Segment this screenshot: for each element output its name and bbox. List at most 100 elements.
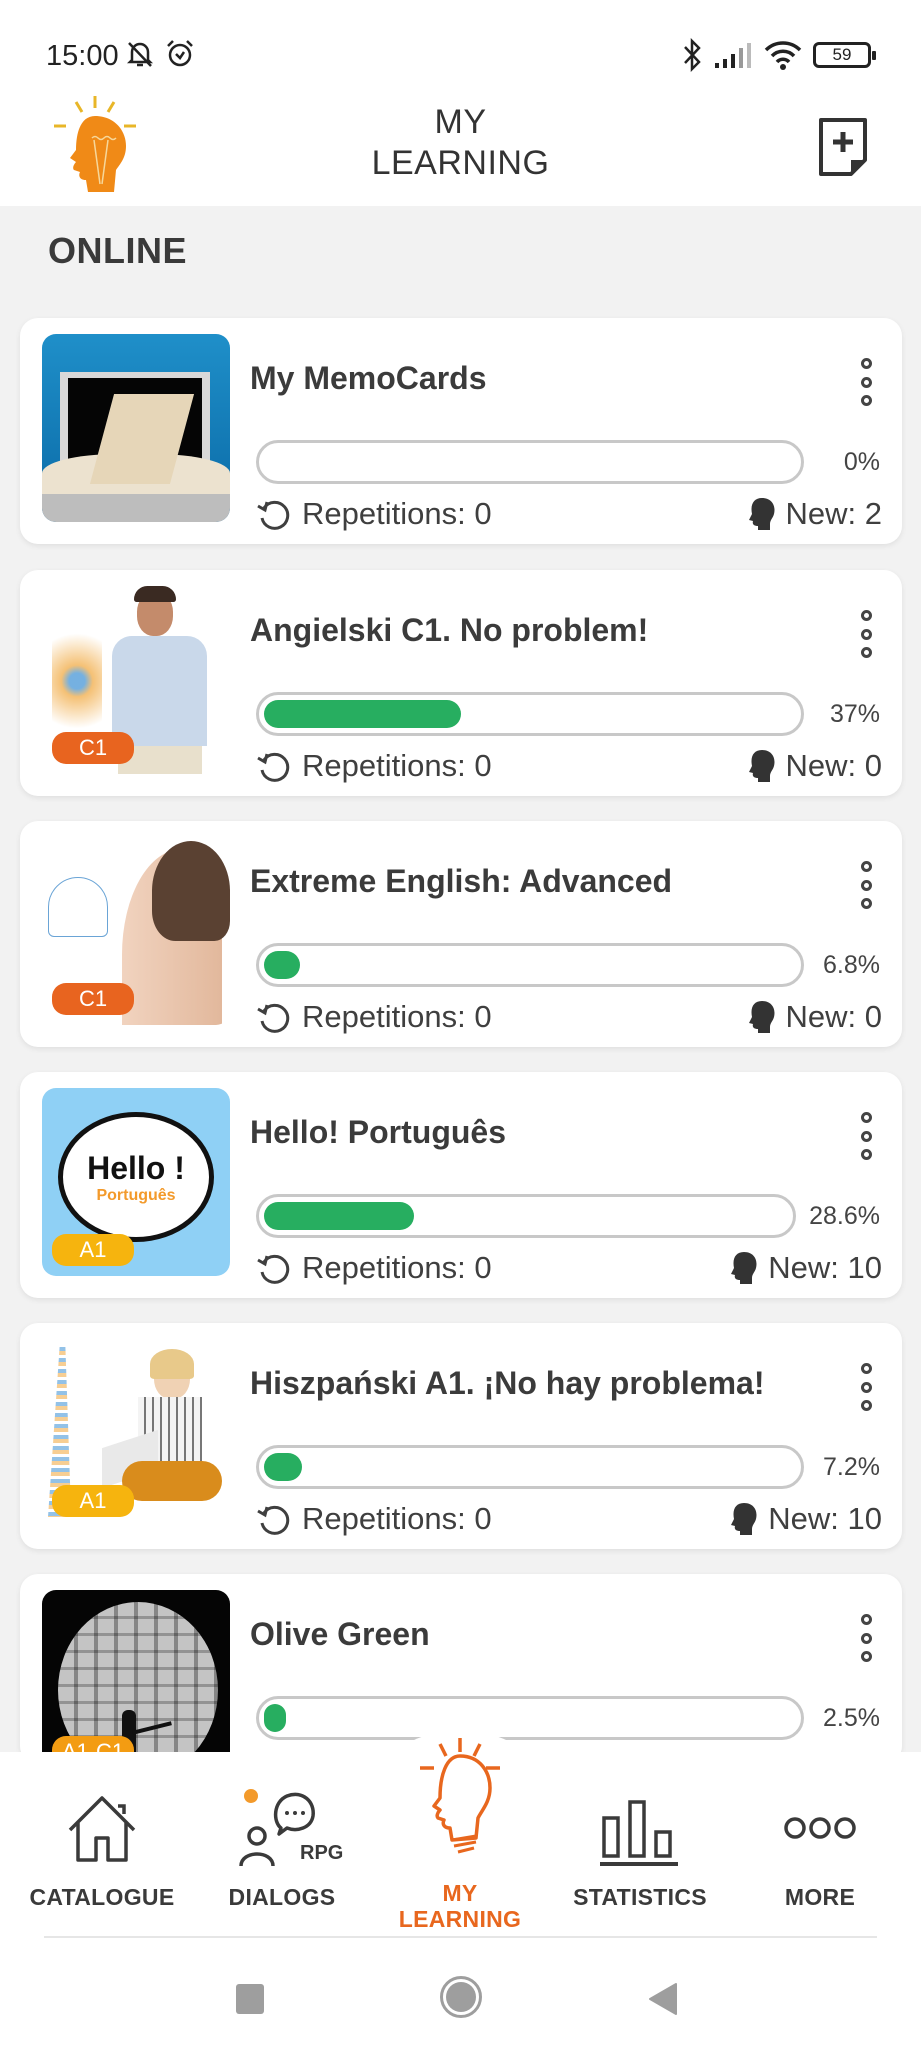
dot [860,358,872,369]
bell-off-icon [126,42,154,67]
new-label-text: New: [785,496,865,531]
new-label: New: 2 [786,496,883,532]
repetitions-label: Repetitions: 0 [302,1501,492,1537]
progress-bar [256,692,804,736]
dot [860,1149,872,1160]
dot [860,395,872,406]
nav-label-line2: LEARNING [398,1906,522,1932]
course-card[interactable]: C1 Extreme English: Advanced 6.8% Repeti… [20,821,902,1047]
dot [860,1632,872,1644]
course-menu-button[interactable] [856,1112,876,1160]
stats-row: Repetitions: 0 New: 0 [256,746,882,786]
new-label-text: New: [785,999,865,1034]
course-thumbnail: Hello ! Português A1 [42,1088,230,1276]
repetitions-label: Repetitions: 0 [302,999,492,1035]
dot [860,1400,872,1411]
head-icon [748,498,774,530]
new-value: 2 [864,496,882,531]
add-course-icon[interactable] [815,116,871,176]
progress-bar [256,1445,804,1489]
new-stat: New: 0 [746,748,883,784]
course-card[interactable]: C1 Angielski C1. No problem! 37% Repetit… [20,570,902,796]
nav-item-my-learning[interactable]: MY LEARNING [380,1738,540,1952]
dot [860,1112,872,1123]
level-badge: C1 [52,732,134,764]
nav-item-more[interactable]: MORE [740,1752,900,1952]
new-label-text: New: [768,1250,848,1285]
course-menu-button[interactable] [856,1614,876,1662]
repetitions-stat: Repetitions: 0 [256,1250,492,1286]
repetitions-stat: Repetitions: 0 [256,748,492,784]
repetitions-label-text: Repetitions: [302,748,475,783]
course-title: Extreme English: Advanced [250,863,673,899]
status-left-icons [124,38,196,70]
course-card[interactable]: My MemoCards 0% Repetitions: 0 New: 2 [20,318,902,544]
new-label: New: 10 [768,1250,882,1286]
course-menu-button[interactable] [856,861,876,909]
repeat-icon [257,500,290,530]
battery-icon: 59 [813,42,876,68]
new-stat: New: 0 [746,999,882,1035]
new-label-text: New: [768,1501,848,1536]
repetitions-label-text: Repetitions: [302,1250,475,1285]
course-title: My MemoCards [250,360,487,396]
alarm-icon [167,40,193,67]
stats-row: Repetitions: 0 New: 2 [256,494,882,534]
thumb-text-hello: Hello ! [87,1149,185,1186]
course-thumbnail [42,334,230,522]
repetitions-value: 0 [474,1501,492,1536]
nav-label: CATALOGUE [29,1884,175,1910]
back-button[interactable] [648,1982,678,2016]
home-icon [68,1796,136,1862]
stats-row: Repetitions: 0 New: 10 [256,1499,882,1539]
repeat-icon [257,1505,290,1535]
course-thumbnail: A1 [42,1339,230,1527]
course-menu-button[interactable] [856,358,876,406]
progress-percent: 37% [829,700,880,728]
progress-bar [256,440,804,484]
course-thumbnail: C1 [42,586,230,774]
status-right-icons: 59 [681,38,876,72]
rpg-label: RPG [300,1842,344,1864]
nav-item-statistics[interactable]: STATISTICS [560,1752,720,1952]
course-menu-button[interactable] [856,1363,876,1411]
course-thumbnail: C1 [42,837,230,1025]
head-icon [748,750,774,782]
course-title: Olive Green [250,1616,430,1652]
nav-divider [44,1936,877,1938]
home-button[interactable] [440,1976,482,2018]
status-time: 15:00 [46,40,119,72]
level-badge: A1 [52,1234,134,1266]
progress-fill [264,1704,286,1732]
head-icon [748,1001,774,1033]
course-title: Hiszpański A1. ¡No hay problema! [250,1365,765,1401]
progress-bar [256,1194,796,1238]
new-label: New: 0 [786,748,883,784]
repetitions-label: Repetitions: 0 [302,1250,492,1286]
level-badge: C1 [52,983,134,1015]
repetitions-label-text: Repetitions: [302,496,475,531]
course-menu-button[interactable] [856,610,876,658]
recents-button[interactable] [236,1984,264,2014]
new-value: 10 [847,1250,882,1285]
nav-item-dialogs[interactable]: RPG DIALOGS [202,1752,362,1952]
course-card[interactable]: A1 Hiszpański A1. ¡No hay problema! 7.2%… [20,1323,902,1549]
repetitions-stat: Repetitions: 0 [256,496,492,532]
stats-row: Repetitions: 0 New: 10 [256,1248,882,1288]
progress-percent: 6.8% [823,951,880,979]
progress-percent: 0% [843,448,880,476]
repetitions-label: Repetitions: 0 [302,748,492,784]
nav-label: MORE [784,1884,856,1910]
wifi-icon [764,41,802,70]
new-label-text: New: [785,748,865,783]
course-thumbnail: A1-C1 [42,1590,230,1778]
page-title: MY LEARNING [0,102,921,184]
section-title: ONLINE [48,230,188,271]
new-value: 10 [847,1501,882,1536]
repetitions-value: 0 [474,496,492,531]
course-card[interactable]: Hello ! Português A1 Hello! Português 28.6… [20,1072,902,1298]
bottom-nav: CATALOGUE RPG DIALOGS MY LEARNING STATIS… [0,1734,921,2048]
dot [860,628,872,640]
repetitions-value: 0 [474,1250,492,1285]
nav-item-catalogue[interactable]: CATALOGUE [22,1752,182,1952]
